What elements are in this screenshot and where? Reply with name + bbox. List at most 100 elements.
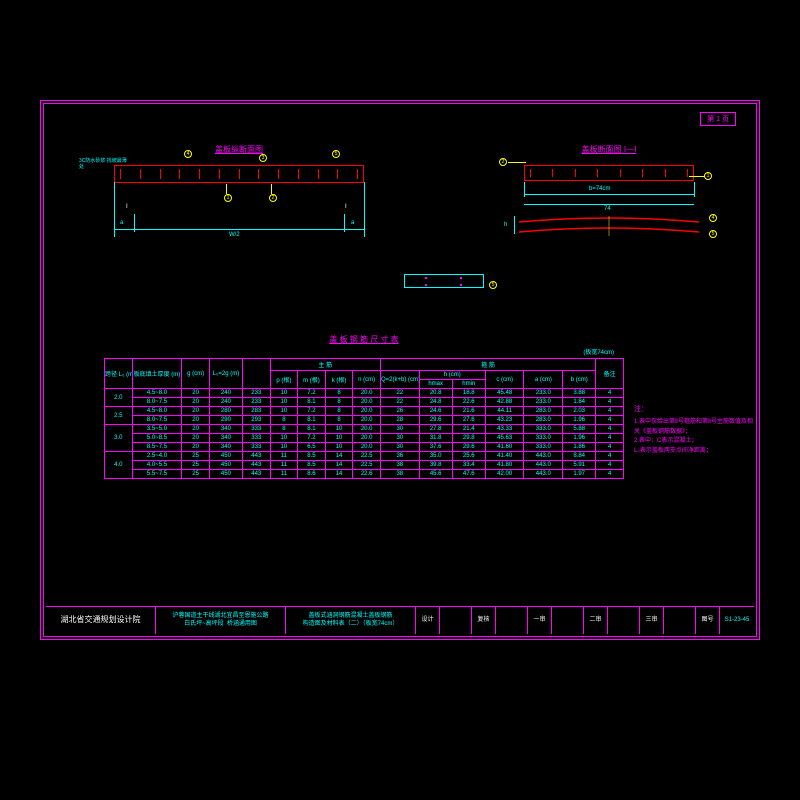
notes-head: 注： (634, 404, 754, 415)
cell-L0: 240 (209, 389, 242, 398)
rebar-dimension-table-area: 盖 板 钢 筋 尺 寸 表 (板宽74cm) 跨径 L₀ (m) 板底填土厚度 … (104, 334, 624, 479)
cell-c: 42.88 (485, 398, 524, 407)
cell-a: 333.0 (524, 434, 563, 443)
th-h: h (cm) (419, 371, 485, 380)
cell-hmax: 35.0 (419, 452, 452, 461)
cell-Q: 30 (380, 443, 419, 452)
table-row: 8.0~7.520240233108.1820.02224.822.642.88… (105, 398, 624, 407)
cell-c: 45.48 (485, 389, 524, 398)
cell-hmax: 31.8 (419, 434, 452, 443)
note-item-1: 1.表中仅给出第Ⅱ号箍筋和第Ⅱ号主筋数值及相关《盖板钢筋数据》； (634, 418, 754, 437)
cell-L0: 280 (209, 407, 242, 416)
th-p: p (根) (270, 371, 298, 389)
cell-r: 4 (596, 398, 624, 407)
table-body: 2.04.5~8.020240233107.2820.02220.818.845… (105, 389, 624, 479)
cell-g: 20 (182, 407, 210, 416)
cell-fill: 3.5~5.0 (132, 425, 182, 434)
tb-dwgno-label: 图号 (701, 617, 713, 625)
table-row: 4.02.5~4.025450443118.51422.53635.025.64… (105, 452, 624, 461)
cell-n: 20.0 (353, 434, 381, 443)
small-plan-section (404, 274, 484, 288)
rebar-label-5: 5 (332, 150, 340, 158)
cell-L0: 340 (209, 425, 242, 434)
cell-a: 443.0 (524, 470, 563, 479)
tb-org: 湖北省交通规划设计院 (61, 615, 141, 625)
cell-m: 6.5 (298, 443, 326, 452)
cell-hmax: 24.8 (419, 398, 452, 407)
cell-g: 20 (182, 389, 210, 398)
cell-hmin: 21.4 (452, 425, 485, 434)
cell-Q: 22 (380, 389, 419, 398)
leader-line (508, 162, 526, 163)
cell-g: 20 (182, 425, 210, 434)
th-m: m (根) (298, 371, 326, 389)
notes-block: 注： 1.表中仅给出第Ⅱ号箍筋和第Ⅱ号主筋数值及相关《盖板钢筋数据》； 2.表中… (634, 404, 754, 457)
cell-hmin: 18.8 (452, 389, 485, 398)
cell-col: 333 (242, 443, 270, 452)
tb-audit2-val (608, 607, 640, 634)
cross-section-drawing: 盖板断面图 I—I 2 1 b=74cm 74 (494, 144, 724, 304)
cell-fill: 5.0~8.5 (132, 434, 182, 443)
cell-n: 22.5 (353, 452, 381, 461)
cell-c: 41.80 (485, 461, 524, 470)
cell-b: 1.84 (563, 398, 596, 407)
cell-c: 41.40 (485, 452, 524, 461)
cell-hmax: 39.8 (419, 461, 452, 470)
cell-col: 443 (242, 461, 270, 470)
cell-b: 1.96 (563, 434, 596, 443)
tb-name1: 盖板式涵洞钢筋混凝土盖板钢筋 (308, 613, 392, 621)
cell-hmin: 33.4 (452, 461, 485, 470)
cell-col: 443 (242, 470, 270, 479)
cell-k: 14 (325, 470, 353, 479)
section-mark-I-right: I (345, 204, 347, 210)
cell-col: 233 (242, 389, 270, 398)
table-row: 5.5~7.525450443118.61422.63845.647.642.0… (105, 470, 624, 479)
dim-h-text: h (504, 222, 507, 228)
tb-review-val (496, 607, 528, 634)
cell-fill: 2.5~4.0 (132, 452, 182, 461)
th-fill: 板底填土厚度 (m) (132, 359, 182, 389)
cell-r: 4 (596, 452, 624, 461)
rebar-stirrups (120, 169, 358, 179)
cell-col: 233 (242, 398, 270, 407)
tb-proj2: 白氏坪~高坪段 桥涵通用图 (184, 621, 257, 629)
tb-design: 设计 (421, 617, 433, 625)
cell-col: 293 (242, 416, 270, 425)
cell-a: 333.0 (524, 443, 563, 452)
th-remark: 备注 (596, 359, 624, 389)
th-c: c (cm) (485, 371, 524, 389)
cell-span: 2.0 (105, 389, 133, 407)
cell-n: 20.0 (353, 425, 381, 434)
th-extra (242, 359, 270, 389)
tb-review: 复核 (477, 617, 489, 625)
leader-line (689, 176, 705, 177)
dim-h (514, 216, 515, 234)
cell-col: 283 (242, 407, 270, 416)
cell-a: 283.0 (524, 416, 563, 425)
cell-g: 20 (182, 443, 210, 452)
cell-n: 20.0 (353, 416, 381, 425)
th-hmax: hmax (419, 380, 452, 389)
cell-L0: 450 (209, 461, 242, 470)
title-block: 湖北省交通规划设计院 沪蓉国道主干线湖北宜昌至恩施公路 白氏坪~高坪段 桥涵通用… (46, 606, 754, 634)
cell-r: 4 (596, 407, 624, 416)
page-number-tag: 第 1 页 (700, 112, 736, 126)
cell-c: 43.23 (485, 416, 524, 425)
cell-m: 7.2 (298, 434, 326, 443)
dim-ext-right (364, 182, 365, 237)
cell-m: 8.1 (298, 398, 326, 407)
cell-hmax: 45.6 (419, 470, 452, 479)
table-row: 8.0~7.52029029388.1820.02829.627.643.232… (105, 416, 624, 425)
th-a: a (cm) (524, 371, 563, 389)
cell-b: 3.88 (563, 389, 596, 398)
dim-text-W: W/2 (229, 232, 240, 238)
cell-k: 8 (325, 398, 353, 407)
dim-text-74: b=74cm (589, 186, 611, 192)
cell-k: 10 (325, 434, 353, 443)
dim-ext-a2 (344, 214, 345, 232)
th-k: k (根) (325, 371, 353, 389)
cell-c: 45.63 (485, 434, 524, 443)
cell-n: 22.5 (353, 461, 381, 470)
cell-n: 22.6 (353, 470, 381, 479)
table-row: 8.5~7.520340333106.51020.03037.629.641.6… (105, 443, 624, 452)
